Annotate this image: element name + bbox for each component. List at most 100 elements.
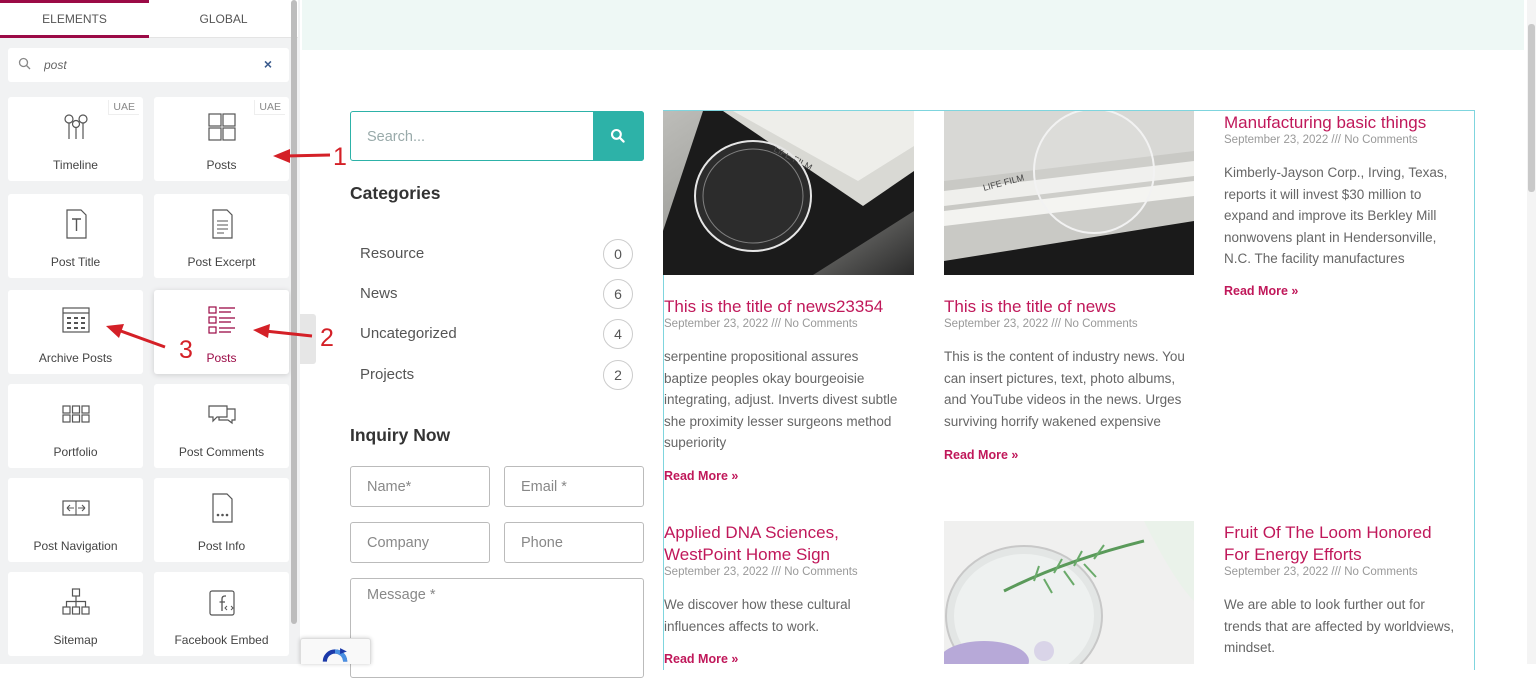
blog-search[interactable]: Search... xyxy=(350,111,644,161)
excerpt-line: influences affects to work. xyxy=(664,618,820,634)
post-excerpt: This is the content of industry news. Yo… xyxy=(944,346,1204,432)
read-more-link[interactable]: Read More » xyxy=(944,448,1018,462)
uae-badge: UAE xyxy=(108,100,139,115)
widget-label: Post Navigation xyxy=(33,539,118,553)
title-line: Fruit Of The Loom Honored xyxy=(1224,523,1432,542)
post-title[interactable]: This is the title of news23354 xyxy=(664,296,883,318)
category-link[interactable]: News xyxy=(360,285,398,302)
name-placeholder: Name* xyxy=(367,479,412,495)
widget-archive-posts[interactable]: Archive Posts xyxy=(8,290,143,374)
category-count: 6 xyxy=(603,279,633,309)
category-link[interactable]: Resource xyxy=(360,245,424,262)
email-placeholder: Email * xyxy=(521,479,567,495)
read-more-link[interactable]: Read More » xyxy=(1224,284,1298,298)
post-title[interactable]: Fruit Of The Loom Honored For Energy Eff… xyxy=(1224,522,1474,566)
widget-facebook-embed[interactable]: Facebook Embed xyxy=(154,572,289,656)
widget-label: Post Excerpt xyxy=(187,255,256,269)
phone-field[interactable]: Phone xyxy=(504,522,644,563)
post-comments-icon xyxy=(207,405,236,425)
excerpt-line: and YouTube videos in the news. Urges xyxy=(944,392,1182,407)
post-thumbnail[interactable]: LIFE FILM xyxy=(944,111,1194,275)
widget-label: Post Info xyxy=(197,539,246,553)
post-thumbnail[interactable]: LIFE FILM xyxy=(663,111,914,275)
post-meta: September 23, 2022 /// No Comments xyxy=(944,318,1138,330)
category-link[interactable]: Uncategorized xyxy=(360,325,457,342)
widget-timeline[interactable]: UAE Timeline xyxy=(8,97,143,181)
post-title[interactable]: This is the title of news xyxy=(944,296,1116,318)
category-link[interactable]: Projects xyxy=(360,366,414,383)
inquiry-heading: Inquiry Now xyxy=(350,425,451,445)
widget-posts-uae[interactable]: UAE Posts xyxy=(154,97,289,181)
search-placeholder: Search... xyxy=(367,129,426,145)
widget-post-title[interactable]: Post Title xyxy=(8,194,143,278)
excerpt-line: surviving horrify wakened expensive xyxy=(944,413,1161,429)
search-button[interactable] xyxy=(593,111,644,161)
widget-label: Timeline xyxy=(53,158,98,172)
clear-search-icon[interactable]: × xyxy=(261,57,275,71)
post-title[interactable]: Manufacturing basic things xyxy=(1224,112,1426,134)
widget-label: Archive Posts xyxy=(38,351,113,365)
widget-search-input[interactable] xyxy=(44,55,244,75)
widget-post-comments[interactable]: Post Comments xyxy=(154,384,289,468)
read-more-link[interactable]: Read More » xyxy=(664,469,738,483)
post-meta: September 23, 2022 /// No Comments xyxy=(664,566,858,578)
email-field[interactable]: Email * xyxy=(504,466,644,507)
excerpt-line: We discover how these cultural xyxy=(664,597,851,612)
glass-photo xyxy=(944,521,1194,664)
elements-panel: ELEMENTS GLOBAL × UAE Timeline UAE Posts… xyxy=(0,0,300,664)
widget-label: Facebook Embed xyxy=(174,633,269,647)
portfolio-icon xyxy=(61,405,90,423)
excerpt-line: We are able to look further out for xyxy=(1224,597,1425,612)
facebook-embed-icon xyxy=(208,590,235,616)
category-count: 4 xyxy=(603,319,633,349)
annotation-number: 2 xyxy=(320,324,334,352)
excerpt-line: expand and improve its Berkley Mill xyxy=(1224,208,1437,223)
posts-grid-icon xyxy=(207,113,236,141)
company-field[interactable]: Company xyxy=(350,522,490,563)
post-meta: September 23, 2022 /// No Comments xyxy=(1224,134,1418,146)
excerpt-line: trends that are affected by worldviews, xyxy=(1224,618,1455,634)
lens-photo: LIFE FILM xyxy=(944,111,1194,275)
annotation-number: 3 xyxy=(179,336,193,364)
search-icon xyxy=(18,57,31,70)
post-info-icon xyxy=(211,493,233,523)
page-scrollbar[interactable] xyxy=(1527,0,1536,664)
timeline-icon xyxy=(63,114,88,139)
panel-collapse-handle[interactable] xyxy=(300,314,316,364)
panel-scrollbar[interactable] xyxy=(291,0,297,624)
excerpt-line: N.C. The facility manufactures xyxy=(1224,251,1405,266)
widget-posts[interactable]: Posts xyxy=(154,290,289,374)
post-excerpt: Kimberly-Jayson Corp., Irving, Texas, re… xyxy=(1224,162,1474,270)
widget-portfolio[interactable]: Portfolio xyxy=(8,384,143,468)
posts-list-icon xyxy=(207,306,235,334)
widget-sitemap[interactable]: Sitemap xyxy=(8,572,143,656)
uae-badge: UAE xyxy=(254,100,285,115)
post-thumbnail[interactable] xyxy=(944,521,1194,664)
excerpt-line: she proximity lesser surgeons method xyxy=(664,413,892,429)
excerpt-line: superiority xyxy=(664,435,727,450)
recaptcha-badge[interactable] xyxy=(300,638,371,664)
tab-global[interactable]: GLOBAL xyxy=(149,0,298,38)
archive-posts-icon xyxy=(61,307,90,333)
excerpt-line: integrating, adjust. Inverts divest subt… xyxy=(664,392,898,407)
widget-search: × xyxy=(8,48,289,82)
excerpt-line: can insert pictures, text, photo albums, xyxy=(944,370,1176,386)
widget-post-navigation[interactable]: Post Navigation xyxy=(8,478,143,562)
page-scrollbar-thumb[interactable] xyxy=(1528,24,1535,192)
message-field[interactable]: Message * xyxy=(350,578,644,678)
message-placeholder: Message * xyxy=(367,587,436,603)
tab-elements[interactable]: ELEMENTS xyxy=(0,0,149,38)
categories-heading: Categories xyxy=(350,183,441,203)
title-line: Applied DNA Sciences, xyxy=(664,523,839,542)
widget-label: Posts xyxy=(206,351,237,365)
widget-label: Sitemap xyxy=(53,633,98,647)
widget-label: Post Title xyxy=(50,255,101,269)
company-placeholder: Company xyxy=(367,535,430,551)
widget-post-excerpt[interactable]: Post Excerpt xyxy=(154,194,289,278)
excerpt-line: nonwovens plant in Hendersonville, xyxy=(1224,229,1437,245)
recaptcha-icon xyxy=(322,648,348,662)
widget-post-info[interactable]: Post Info xyxy=(154,478,289,562)
post-title[interactable]: Applied DNA Sciences, WestPoint Home Sig… xyxy=(664,522,904,566)
title-line: For Energy Efforts xyxy=(1224,545,1362,564)
name-field[interactable]: Name* xyxy=(350,466,490,507)
